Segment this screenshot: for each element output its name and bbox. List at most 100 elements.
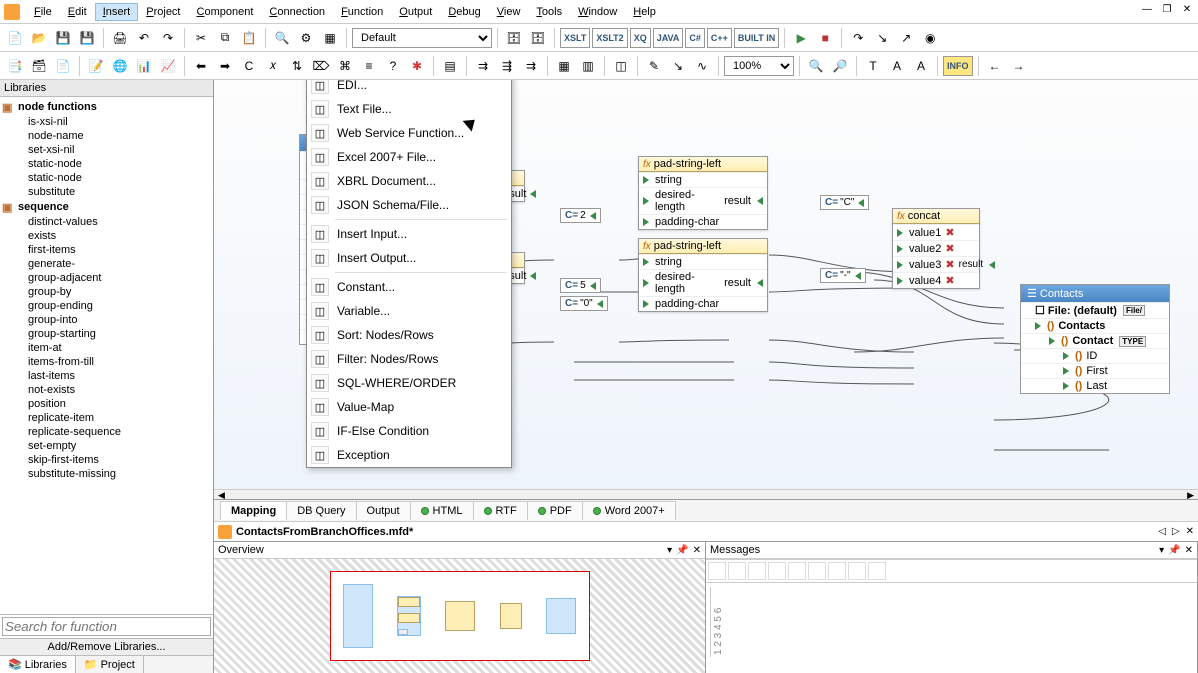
insert-menu-dropdown[interactable]: ◫XML Schema/File...◫Database...◫EDI...◫T… <box>306 80 512 468</box>
lib-item[interactable]: distinct-values <box>0 215 213 229</box>
msg-clear-icon[interactable] <box>828 562 846 580</box>
target-node[interactable]: () ContactTYPE <box>1021 333 1169 348</box>
insert-menu-item[interactable]: ◫Excel 2007+ File... <box>307 145 511 169</box>
insert-ws-icon[interactable]: 🌐 <box>109 55 131 77</box>
sort-icon[interactable]: ⇅ <box>286 55 308 77</box>
lang-java-button[interactable]: JAVA <box>653 28 684 48</box>
overview-dropdown-icon[interactable]: ▾ <box>667 545 672 556</box>
lang-xq-button[interactable]: XQ <box>630 28 651 48</box>
autoconnect2-icon[interactable]: ⇶ <box>496 55 518 77</box>
menu-tools[interactable]: Tools <box>528 3 570 21</box>
target-node[interactable]: () ID <box>1021 348 1169 363</box>
lib-item[interactable]: position <box>0 397 213 411</box>
lib-item[interactable]: generate- <box>0 257 213 271</box>
autoconnect-icon[interactable]: ⇉ <box>472 55 494 77</box>
output-tab-mapping[interactable]: Mapping <box>220 501 287 520</box>
lang-xslt2-button[interactable]: XSLT2 <box>592 28 627 48</box>
overview-close-icon[interactable]: ✕ <box>693 545 701 556</box>
lib-item[interactable]: first-items <box>0 243 213 257</box>
target-node[interactable]: () Last <box>1021 378 1169 393</box>
stop-icon[interactable]: ■ <box>814 27 836 49</box>
libraries-search-input[interactable] <box>2 617 211 636</box>
msg-next-icon[interactable] <box>748 562 766 580</box>
insert-text-icon[interactable]: 📝 <box>85 55 107 77</box>
lib-item[interactable]: is-xsi-nil <box>0 115 213 129</box>
find-icon[interactable]: 🔍 <box>271 27 293 49</box>
close-icon[interactable]: ✕ <box>1180 4 1194 15</box>
insert-xml-icon[interactable]: 📑 <box>4 55 26 77</box>
constant-node[interactable]: C= 2 <box>560 208 601 223</box>
insert-menu-item[interactable]: ◫Constant... <box>307 275 511 299</box>
overview-viewport[interactable] <box>330 571 590 661</box>
msg-filter-icon[interactable] <box>708 562 726 580</box>
canvas-scroll[interactable]: ◀▶ <box>214 489 1198 499</box>
file-button[interactable]: File/ <box>1123 305 1145 316</box>
constant-node[interactable]: C= "C" <box>820 195 869 210</box>
zoom-combo[interactable]: 100% <box>724 56 794 76</box>
lib-group[interactable]: sequence <box>0 199 213 215</box>
msg-prev-icon[interactable] <box>728 562 746 580</box>
lib-item[interactable]: substitute <box>0 185 213 199</box>
insert-menu-item[interactable]: ◫Value-Map <box>307 395 511 419</box>
lib-group[interactable]: node functions <box>0 99 213 115</box>
lib-item[interactable]: static-node <box>0 171 213 185</box>
file-tab[interactable]: ContactsFromBranchOffices.mfd* <box>218 525 413 539</box>
save-all-icon[interactable]: 💾 <box>76 27 98 49</box>
output-tab-pdf[interactable]: PDF <box>527 501 583 520</box>
insert-menu-item[interactable]: ◫Text File... <box>307 97 511 121</box>
insert-menu-item[interactable]: ◫IF-Else Condition <box>307 419 511 443</box>
minimize-icon[interactable]: — <box>1140 4 1154 15</box>
insert-menu-item[interactable]: ◫Exception <box>307 443 511 467</box>
align-icon[interactable]: ▤ <box>439 55 461 77</box>
insert-menu-item[interactable]: ◫JSON Schema/File... <box>307 193 511 217</box>
next-file-icon[interactable]: ▷ <box>1172 526 1180 537</box>
sql-where-icon[interactable]: ⌘ <box>334 55 356 77</box>
mapping-canvas[interactable]: Offices☐ BranchOffices.xml Fi() nchOffic… <box>214 80 1198 489</box>
variable-icon[interactable]: 𝑥 <box>262 55 284 77</box>
lib-item[interactable]: exists <box>0 229 213 243</box>
lang-built in-button[interactable]: BUILT IN <box>734 28 779 48</box>
lib-item[interactable]: static-node <box>0 157 213 171</box>
overview-pin-icon[interactable]: 📌 <box>676 545 688 556</box>
lib-item[interactable]: node-name <box>0 129 213 143</box>
target-component[interactable]: ☰ Contacts☐ File: (default) File/() Cont… <box>1020 284 1170 394</box>
ifelse-icon[interactable]: ? <box>382 55 404 77</box>
close-file-icon[interactable]: ✕ <box>1186 526 1194 537</box>
menu-connection[interactable]: Connection <box>261 3 333 21</box>
msg-copy2-icon[interactable] <box>788 562 806 580</box>
lib-item[interactable]: skip-first-items <box>0 453 213 467</box>
lib-item[interactable]: item-at <box>0 341 213 355</box>
overview-body[interactable] <box>214 559 705 673</box>
component-icon[interactable]: ◫ <box>610 55 632 77</box>
insert-menu-item[interactable]: ◫Filter: Nodes/Rows <box>307 347 511 371</box>
insert-menu-item[interactable]: ◫Insert Output... <box>307 246 511 270</box>
conn-curve-icon[interactable]: ∿ <box>691 55 713 77</box>
insert-menu-item[interactable]: ◫EDI... <box>307 80 511 97</box>
db-icon[interactable]: 🗄 <box>503 27 525 49</box>
msg-clear2-icon[interactable] <box>848 562 866 580</box>
function-pad-string-left[interactable]: fx pad-string-leftstringdesired-lengthre… <box>638 238 768 312</box>
msg-find-icon[interactable] <box>808 562 826 580</box>
output-tab-html[interactable]: HTML <box>410 501 474 520</box>
tool-icon[interactable]: ⚙ <box>295 27 317 49</box>
show-annotations2-icon[interactable]: A <box>910 55 932 77</box>
copy-icon[interactable]: ⧉ <box>214 27 236 49</box>
function-concat[interactable]: fx concatvalue1 ✖value2 ✖value3 ✖resultv… <box>892 208 980 289</box>
lib-item[interactable]: items-from-till <box>0 355 213 369</box>
step-into-icon[interactable]: ↘ <box>871 27 893 49</box>
lib-item[interactable]: replicate-sequence <box>0 425 213 439</box>
back-icon[interactable]: ← <box>984 55 1006 77</box>
libraries-tree[interactable]: node functionsis-xsi-nilnode-nameset-xsi… <box>0 97 213 614</box>
output-tab-word-2007+[interactable]: Word 2007+ <box>582 501 676 520</box>
add-remove-libraries-button[interactable]: Add/Remove Libraries... <box>0 638 213 655</box>
insert-menu-item[interactable]: ◫Sort: Nodes/Rows <box>307 323 511 347</box>
autoconnect3-icon[interactable]: ⇉ <box>520 55 542 77</box>
save-icon[interactable]: 💾 <box>52 27 74 49</box>
menu-help[interactable]: Help <box>625 3 664 21</box>
exception-icon[interactable]: ✱ <box>406 55 428 77</box>
valuemap-icon[interactable]: ≡ <box>358 55 380 77</box>
filter-icon[interactable]: ⌦ <box>310 55 332 77</box>
grid-icon[interactable]: ▦ <box>553 55 575 77</box>
target-node[interactable]: () First <box>1021 363 1169 378</box>
zoom-in-icon[interactable]: 🔍 <box>805 55 827 77</box>
